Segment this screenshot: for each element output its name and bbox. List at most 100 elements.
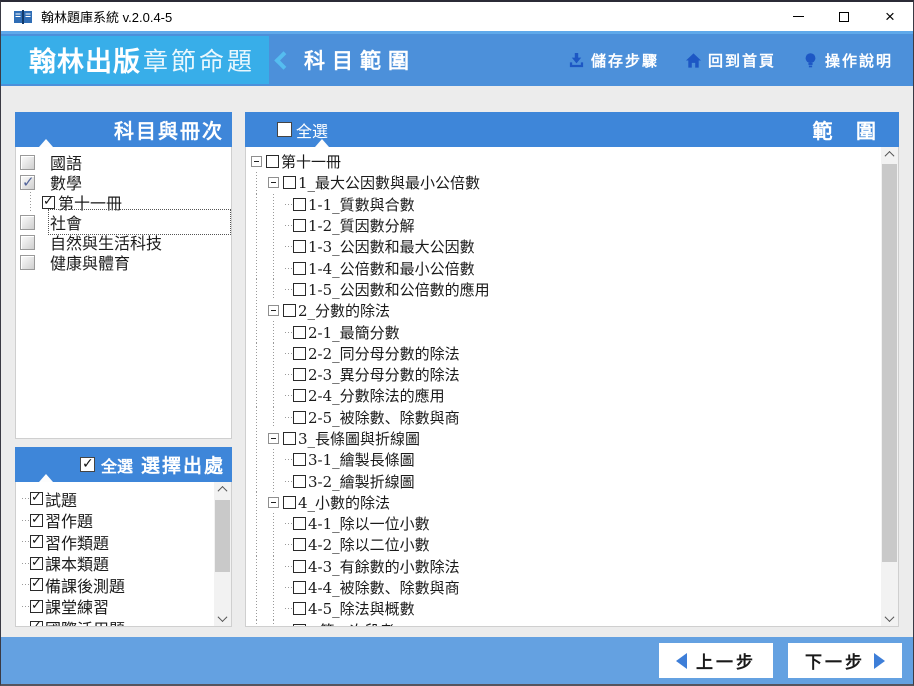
previous-step-button[interactable]: 上一步 <box>659 643 773 678</box>
tree-row[interactable]: 2-4_分數除法的應用 <box>246 385 898 407</box>
tree-expander-icon[interactable] <box>268 305 279 317</box>
minimize-button[interactable] <box>775 2 821 31</box>
subject-checkbox[interactable] <box>20 214 35 230</box>
source-checkbox[interactable] <box>30 576 43 592</box>
tree-label[interactable]: 4-1_除以一位小數 <box>308 513 430 534</box>
tree-row[interactable]: 2_分數的除法 <box>246 300 898 322</box>
scope-scrollbar-thumb[interactable] <box>882 164 897 562</box>
tree-row[interactable]: 1-2_質因數分解 <box>246 214 898 237</box>
sources-scrollbar[interactable] <box>214 482 231 626</box>
tree-label[interactable]: 第十一冊 <box>281 151 341 172</box>
tree-label[interactable]: 2-1_最簡分數 <box>308 322 400 343</box>
tree-checkbox[interactable] <box>293 368 306 382</box>
tree-row[interactable]: 4_小數的除法 <box>246 491 898 514</box>
tree-checkbox[interactable] <box>293 197 306 211</box>
tree-label[interactable]: 2-2_同分母分數的除法 <box>308 343 460 364</box>
subject-checkbox[interactable] <box>20 234 35 250</box>
source-checkbox[interactable] <box>30 533 43 549</box>
source-row[interactable]: 國際活用題 <box>16 616 231 626</box>
scope-scrollbar[interactable] <box>881 147 898 626</box>
source-label[interactable]: 習作類題 <box>45 530 109 554</box>
source-label[interactable]: 課堂練習 <box>45 594 109 618</box>
source-checkbox[interactable] <box>30 490 43 506</box>
tree-checkbox[interactable] <box>293 261 306 275</box>
tree-checkbox[interactable] <box>293 474 306 488</box>
tree-checkbox[interactable] <box>293 240 306 254</box>
source-checkbox[interactable] <box>30 512 43 527</box>
tree-expander-icon[interactable] <box>268 496 279 508</box>
source-row[interactable]: 試題 <box>16 488 231 510</box>
source-label[interactable]: 試題 <box>45 487 77 511</box>
subject-checkbox[interactable] <box>20 173 35 191</box>
tree-label[interactable]: 3_長條圖與折線圖 <box>298 428 420 449</box>
tree-row[interactable]: 1-1_質數與合數 <box>246 193 898 215</box>
scroll-up-arrow-icon[interactable] <box>214 482 231 497</box>
source-label[interactable]: 課本類題 <box>45 551 109 575</box>
tree-row[interactable]: 3_長條圖與折線圖 <box>246 427 898 450</box>
maximize-button[interactable] <box>821 2 867 31</box>
tree-checkbox[interactable] <box>283 495 296 509</box>
tree-checkbox[interactable] <box>293 581 306 595</box>
tree-label[interactable]: 4-5_除法與概數 <box>308 598 415 619</box>
tree-label[interactable]: 1-4_公倍數和最小公倍數 <box>308 258 475 279</box>
tree-row[interactable]: 1-4_公倍數和最小公倍數 <box>246 257 898 279</box>
tree-checkbox[interactable] <box>293 602 306 616</box>
tree-checkbox[interactable] <box>283 176 296 190</box>
tree-label[interactable]: 3-2_繪製折線圖 <box>308 471 415 492</box>
sources-scrollbar-thumb[interactable] <box>215 500 230 572</box>
tree-row[interactable]: 3-2_繪製折線圖 <box>246 470 898 492</box>
sources-select-all-label[interactable]: 全選 <box>101 453 133 477</box>
tree-label[interactable]: 2-4_分數除法的應用 <box>308 385 445 406</box>
tree-row[interactable]: 4-3_有餘數的小數除法 <box>246 555 898 577</box>
source-row[interactable]: 課本類題 <box>16 551 231 575</box>
tree-checkbox[interactable] <box>293 325 306 339</box>
tree-label[interactable]: 2_分數的除法 <box>298 300 390 321</box>
tree-label[interactable]: 4-2_除以二位小數 <box>308 534 430 555</box>
source-row[interactable]: 習作類題 <box>16 531 231 553</box>
tree-expander-icon[interactable] <box>268 433 279 444</box>
tree-checkbox[interactable] <box>293 346 306 360</box>
tree-row[interactable]: 2-2_同分母分數的除法 <box>246 342 898 364</box>
source-row[interactable]: 習作題 <box>16 510 231 531</box>
home-button[interactable]: 回到首頁 <box>685 50 776 71</box>
close-button[interactable]: × <box>867 2 913 31</box>
tree-row[interactable]: 2-5_被除數、除數與商 <box>246 406 898 428</box>
tree-checkbox[interactable] <box>293 538 306 552</box>
source-checkbox[interactable] <box>30 619 43 626</box>
tree-row[interactable]: 1-5_公因數和公倍數的應用 <box>246 278 898 301</box>
tree-checkbox[interactable] <box>283 432 296 445</box>
source-label[interactable]: 國際活用題 <box>45 616 125 626</box>
tree-checkbox[interactable] <box>293 623 306 626</box>
subject-row[interactable]: 健康與體育 <box>16 252 231 273</box>
scope-select-all-checkbox[interactable] <box>277 122 292 137</box>
tree-checkbox[interactable] <box>293 453 306 467</box>
scroll-down-arrow-icon[interactable] <box>214 611 231 626</box>
tree-row[interactable]: 4-2_除以二位小數 <box>246 534 898 556</box>
tree-label[interactable]: 4_小數的除法 <box>298 492 390 513</box>
tree-label[interactable]: ▲第一次段考 <box>308 620 395 626</box>
tree-label[interactable]: 1_最大公因數與最小公倍數 <box>298 172 480 193</box>
tree-row[interactable]: 2-3_異分母分數的除法 <box>246 363 898 386</box>
source-checkbox[interactable] <box>30 598 43 613</box>
tree-label[interactable]: 3-1_繪製長條圖 <box>308 449 415 470</box>
tree-row[interactable]: 1_最大公因數與最小公倍數 <box>246 172 898 194</box>
source-row[interactable]: 備課後測題 <box>16 574 231 596</box>
scope-select-all-label[interactable]: 全選 <box>296 118 328 142</box>
subject-checkbox[interactable] <box>20 254 35 270</box>
source-checkbox[interactable] <box>30 555 43 570</box>
tree-row[interactable]: 4-1_除以一位小數 <box>246 513 898 535</box>
subject-checkbox[interactable] <box>20 154 35 170</box>
help-button[interactable]: 操作說明 <box>802 50 893 71</box>
tree-label[interactable]: 4-3_有餘數的小數除法 <box>308 556 460 577</box>
subject-label[interactable]: 健康與體育 <box>50 254 130 273</box>
tree-checkbox[interactable] <box>293 389 306 403</box>
source-row[interactable]: 課堂練習 <box>16 594 231 618</box>
sources-select-all-checkbox[interactable] <box>79 455 95 472</box>
tree-label[interactable]: 1-5_公因數和公倍數的應用 <box>308 279 490 300</box>
scroll-up-arrow-icon[interactable] <box>881 147 898 162</box>
tree-label[interactable]: 1-2_質因數分解 <box>308 215 415 236</box>
scroll-down-arrow-icon[interactable] <box>881 611 898 626</box>
tree-row[interactable]: 2-1_最簡分數 <box>246 321 898 343</box>
tree-expander-icon[interactable] <box>251 156 262 168</box>
tree-label[interactable]: 4-4_被除數、除數與商 <box>308 577 460 598</box>
